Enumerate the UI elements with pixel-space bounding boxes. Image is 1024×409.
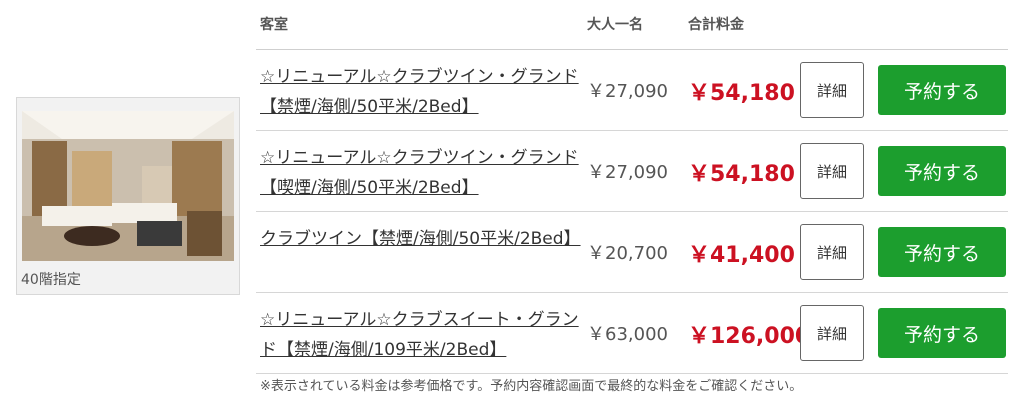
header-adult: 大人一名 bbox=[587, 17, 643, 33]
room-row: ☆リニューアル☆クラブツイン・グランド【喫煙/海側/50平米/2Bed】 ￥27… bbox=[256, 131, 1008, 212]
detail-button[interactable]: 詳細 bbox=[800, 143, 864, 199]
adult-price: ￥63,000 bbox=[587, 324, 668, 345]
adult-price: ￥27,090 bbox=[587, 162, 668, 183]
header-room: 客室 bbox=[260, 17, 288, 33]
room-row: クラブツイン【禁煙/海側/50平米/2Bed】 ￥20,700 ￥41,400 … bbox=[256, 212, 1008, 293]
total-price: ￥54,180 bbox=[688, 162, 795, 187]
reserve-button[interactable]: 予約する bbox=[878, 146, 1006, 196]
header-total: 合計料金 bbox=[688, 17, 744, 33]
adult-price: ￥27,090 bbox=[587, 81, 668, 102]
table-header: 客室 大人一名 合計料金 bbox=[256, 0, 1008, 50]
total-price: ￥54,180 bbox=[688, 81, 795, 106]
room-row: ☆リニューアル☆クラブスイート・グランド【禁煙/海側/109平米/2Bed】 ￥… bbox=[256, 293, 1008, 374]
reserve-button[interactable]: 予約する bbox=[878, 65, 1006, 115]
adult-price: ￥20,700 bbox=[587, 243, 668, 264]
detail-button[interactable]: 詳細 bbox=[800, 305, 864, 361]
detail-button[interactable]: 詳細 bbox=[800, 224, 864, 280]
total-price: ￥126,000 bbox=[688, 324, 811, 349]
room-thumbnail-card: 40階指定 bbox=[16, 97, 240, 295]
reserve-button[interactable]: 予約する bbox=[878, 227, 1006, 277]
room-name-link[interactable]: ☆リニューアル☆クラブツイン・グランド【喫煙/海側/50平米/2Bed】 bbox=[260, 143, 580, 203]
price-note: ※表示されている料金は参考価格です。予約内容確認画面で最終的な料金をご確認くださ… bbox=[260, 379, 803, 394]
total-price: ￥41,400 bbox=[688, 243, 795, 268]
room-table: 客室 大人一名 合計料金 ☆リニューアル☆クラブツイン・グランド【禁煙/海側/5… bbox=[256, 0, 1008, 374]
room-photo[interactable] bbox=[22, 111, 234, 261]
room-name-link[interactable]: ☆リニューアル☆クラブスイート・グランド【禁煙/海側/109平米/2Bed】 bbox=[260, 305, 580, 365]
room-name-link[interactable]: ☆リニューアル☆クラブツイン・グランド【禁煙/海側/50平米/2Bed】 bbox=[260, 62, 580, 122]
room-name-link[interactable]: クラブツイン【禁煙/海側/50平米/2Bed】 bbox=[260, 224, 581, 254]
detail-button[interactable]: 詳細 bbox=[800, 62, 864, 118]
reserve-button[interactable]: 予約する bbox=[878, 308, 1006, 358]
room-row: ☆リニューアル☆クラブツイン・グランド【禁煙/海側/50平米/2Bed】 ￥27… bbox=[256, 50, 1008, 131]
thumbnail-caption: 40階指定 bbox=[21, 272, 81, 288]
room-photo-illustration bbox=[22, 111, 234, 261]
